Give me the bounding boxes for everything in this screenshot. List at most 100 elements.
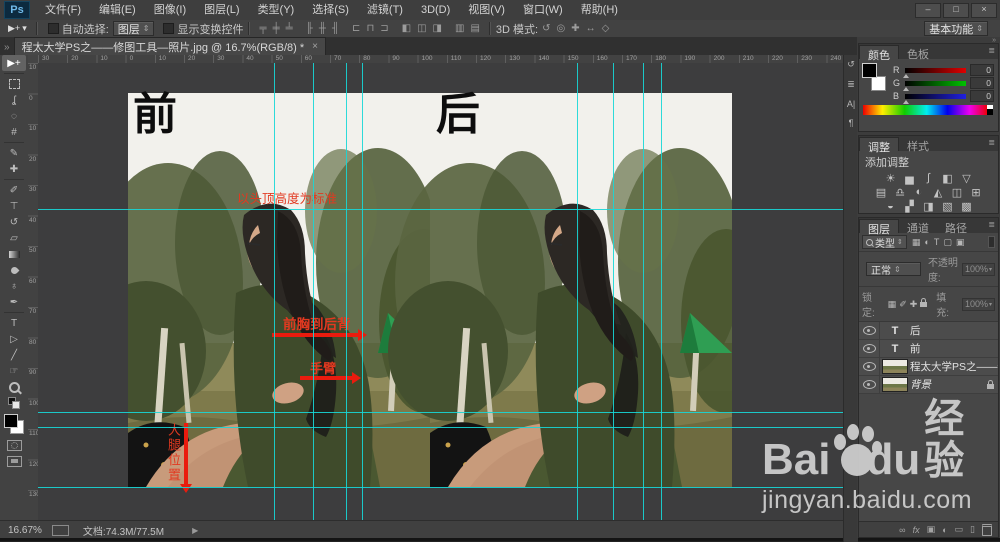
new-group-icon[interactable]: ▭ [955, 524, 964, 535]
slider-thumb[interactable] [903, 86, 909, 91]
tab-color-0[interactable]: 颜色 [859, 45, 899, 62]
close-button[interactable]: × [971, 2, 997, 18]
layer-filter-dropdown[interactable]: 类型 ⇕ [862, 235, 907, 250]
channel-value-field[interactable]: 0 [970, 64, 994, 76]
move-tool[interactable]: ▶+ [2, 55, 26, 71]
auto-blend-layers-icon[interactable]: ▤ [470, 21, 479, 36]
tab-overflow-icon[interactable]: » [0, 42, 14, 55]
layer-style-icon[interactable]: fx [913, 525, 920, 535]
history-brush-tool[interactable]: ↺ [2, 214, 26, 230]
tab-color-1[interactable]: 色板 [899, 45, 937, 61]
screen-mode-button[interactable] [2, 453, 26, 469]
blur-tool[interactable] [2, 262, 26, 278]
lock-transparency-icon[interactable]: ▦ [888, 299, 897, 310]
3d-rotate-icon[interactable]: ↺ [542, 21, 550, 36]
stamp-tool[interactable]: ⊤ [2, 198, 26, 214]
pen-tool[interactable]: ✒ [2, 294, 26, 310]
tab-layers-0[interactable]: 图层 [859, 219, 899, 236]
menu-item[interactable]: 帮助(H) [572, 0, 627, 20]
pasteboard[interactable]: 前 后 以头顶高度为标准 前胸到后背 手臂 大腿位置 [38, 63, 843, 520]
eye-icon[interactable] [862, 380, 876, 389]
channel-slider[interactable] [903, 67, 966, 78]
add-mask-icon[interactable]: ▣ [927, 524, 936, 535]
workspace-selector[interactable]: 基本功能 ⇕ [924, 21, 988, 36]
align-bottom-edges-icon[interactable]: ╧ [286, 21, 293, 36]
filter-shape-icon[interactable]: ▢ [943, 237, 952, 248]
auto-select-checkbox[interactable] [47, 23, 59, 34]
swap-colors-icon[interactable] [2, 395, 26, 411]
crop-tool[interactable]: # [2, 124, 26, 140]
lock-pixels-icon[interactable]: ✐ [899, 299, 907, 310]
document-tab[interactable]: 程太大学PS之——修图工具—照片.jpg @ 16.7%(RGB/8) * × [13, 37, 326, 55]
color-swatches[interactable] [4, 414, 24, 434]
3d-scale-icon[interactable]: ◇ [602, 21, 610, 36]
channel-mixer-icon[interactable]: ◫ [951, 186, 963, 199]
auto-align-layers-icon[interactable]: ▥ [455, 21, 464, 36]
slider-thumb[interactable] [903, 99, 909, 104]
layer-visibility-cell[interactable] [859, 322, 880, 339]
color-lookup-icon[interactable]: ⊞ [970, 186, 982, 199]
opacity-value[interactable]: 100% ▾ [961, 262, 995, 276]
filter-adjustment-icon[interactable]: ◐ [924, 237, 929, 248]
tab-adjustments-1[interactable]: 样式 [899, 137, 937, 153]
status-expand-icon[interactable]: ▶ [192, 526, 198, 535]
panel-menu-icon[interactable]: ≣ [988, 220, 995, 229]
gradient-map-icon[interactable]: ▩ [961, 200, 973, 213]
threshold-icon[interactable]: ◨ [923, 200, 935, 213]
3d-roll-icon[interactable]: ◎ [556, 21, 565, 36]
fill-value[interactable]: 100% ▾ [961, 297, 995, 311]
new-layer-icon[interactable]: ▯ [970, 524, 975, 535]
eraser-tool[interactable]: ▱ [2, 230, 26, 246]
color-spectrum-ramp[interactable] [863, 105, 993, 115]
layer-visibility-cell[interactable] [859, 376, 880, 393]
marquee-tool[interactable] [2, 76, 26, 92]
filter-pixel-icon[interactable]: ▦ [912, 237, 921, 248]
foreground-background-swatches[interactable] [862, 63, 888, 91]
hand-tool[interactable]: ☞ [2, 363, 26, 379]
color-balance-icon[interactable]: ♎ [894, 186, 906, 199]
posterize-icon[interactable]: ▞ [904, 200, 916, 213]
3d-slide-icon[interactable]: ↔ [586, 21, 596, 36]
gradient-tool[interactable] [2, 246, 26, 262]
menu-item[interactable]: 图像(I) [145, 0, 195, 20]
show-transform-checkbox[interactable] [163, 23, 175, 34]
align-left-edges-icon[interactable]: ╟ [306, 21, 313, 36]
maximize-button[interactable]: □ [943, 2, 969, 18]
layer-visibility-cell[interactable] [859, 340, 880, 357]
type-tool[interactable]: T [2, 315, 26, 331]
filter-toggle[interactable] [988, 236, 995, 248]
quick-selection-tool[interactable]: ◌ [2, 108, 26, 124]
align-horizontal-centers-icon[interactable]: ╫ [319, 21, 326, 36]
zoom-tool[interactable] [2, 379, 26, 395]
menu-item[interactable]: 图层(L) [195, 0, 248, 20]
auto-select-dropdown[interactable]: 图层 ⇕ [112, 21, 155, 36]
path-select-tool[interactable]: ▷ [2, 331, 26, 347]
slider-thumb[interactable] [903, 73, 909, 78]
lasso-tool[interactable]: ʆ [2, 92, 26, 108]
exposure-icon[interactable]: ◧ [942, 172, 954, 185]
menu-item[interactable]: 3D(D) [412, 0, 459, 20]
black-swatch[interactable] [987, 109, 993, 115]
filter-smartobject-icon[interactable]: ▣ [956, 237, 965, 248]
distribute-right-edges-icon[interactable]: ◨ [433, 21, 442, 36]
healing-tool[interactable]: ✚ [2, 161, 26, 177]
photo-filter-icon[interactable]: ◭ [932, 186, 944, 199]
channel-value-field[interactable]: 0 [970, 90, 994, 102]
filter-type-icon[interactable]: T [934, 237, 940, 248]
eyedropper-tool[interactable]: ✎ [2, 145, 26, 161]
delete-layer-icon[interactable] [982, 523, 992, 536]
align-vertical-centers-icon[interactable]: ╪ [273, 21, 280, 36]
history-panel-icon[interactable]: ↺ [847, 59, 855, 70]
menu-item[interactable]: 类型(Y) [249, 0, 304, 20]
layer-row[interactable]: T前 [859, 340, 998, 358]
line-tool[interactable]: ╱ [2, 347, 26, 363]
black-white-icon[interactable]: ◐ [913, 186, 925, 198]
tab-layers-1[interactable]: 通道 [899, 219, 937, 235]
distribute-horizontal-centers-icon[interactable]: ◫ [417, 21, 426, 36]
tab-adjustments-0[interactable]: 调整 [859, 137, 899, 154]
layer-row[interactable]: T后 [859, 322, 998, 340]
lock-all-icon[interactable] [920, 297, 928, 307]
3d-drag-icon[interactable]: ✚ [571, 21, 579, 36]
blend-mode-dropdown[interactable]: 正常 ⇕ [866, 262, 921, 277]
menu-item[interactable]: 编辑(E) [90, 0, 145, 20]
